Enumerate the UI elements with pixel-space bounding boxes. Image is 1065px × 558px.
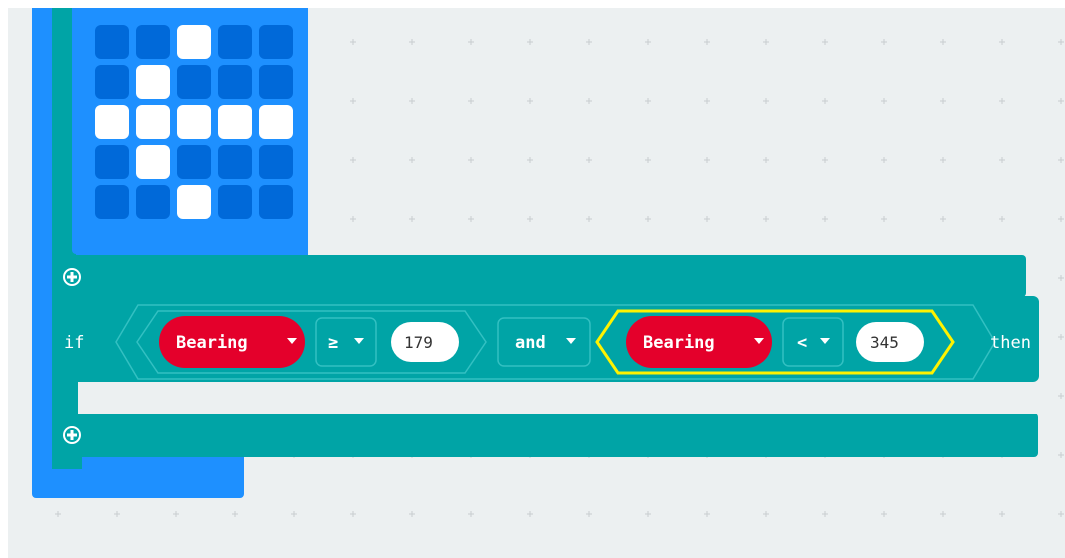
logic-operator-label: and — [515, 333, 546, 353]
left-operator-label: ≥ — [328, 333, 338, 353]
if-label: if — [64, 333, 84, 353]
led-off[interactable] — [218, 25, 252, 59]
led-off[interactable] — [95, 65, 129, 99]
left-value-input[interactable]: 179 — [391, 322, 459, 362]
loop-block-bottom[interactable] — [52, 413, 1038, 457]
if-block-spine — [54, 382, 78, 422]
right-value-text: 345 — [870, 333, 899, 352]
led-on[interactable] — [259, 105, 293, 139]
led-off[interactable] — [218, 185, 252, 219]
left-bearing-label: Bearing — [176, 333, 248, 353]
led-on[interactable] — [177, 25, 211, 59]
right-bearing-label: Bearing — [643, 333, 715, 353]
led-off[interactable] — [218, 145, 252, 179]
led-off[interactable] — [95, 145, 129, 179]
led-on[interactable] — [177, 105, 211, 139]
led-on[interactable] — [136, 145, 170, 179]
plus-circle-icon[interactable] — [63, 268, 81, 286]
left-value-text: 179 — [404, 333, 433, 352]
led-matrix — [95, 25, 293, 219]
if-block-slot — [78, 382, 1039, 414]
led-off[interactable] — [95, 185, 129, 219]
led-off[interactable] — [259, 65, 293, 99]
led-on[interactable] — [136, 65, 170, 99]
led-on[interactable] — [136, 105, 170, 139]
block-canvas: Bearing ≥ 179 and Bearing < 345 if then — [32, 8, 1039, 498]
led-off[interactable] — [218, 65, 252, 99]
led-on[interactable] — [95, 105, 129, 139]
right-operator-label: < — [797, 333, 807, 353]
led-off[interactable] — [259, 25, 293, 59]
led-off[interactable] — [177, 145, 211, 179]
led-off[interactable] — [136, 185, 170, 219]
right-operator-dropdown[interactable]: < — [782, 317, 844, 367]
led-off[interactable] — [136, 25, 170, 59]
led-off[interactable] — [259, 145, 293, 179]
led-on[interactable] — [218, 105, 252, 139]
loop-block-top[interactable] — [52, 255, 1026, 297]
led-on[interactable] — [177, 185, 211, 219]
left-bearing-variable[interactable]: Bearing — [159, 316, 305, 368]
right-bearing-variable[interactable]: Bearing — [626, 316, 772, 368]
led-off[interactable] — [177, 65, 211, 99]
led-off[interactable] — [95, 25, 129, 59]
then-label: then — [990, 333, 1031, 353]
logic-operator-dropdown[interactable]: and — [497, 317, 591, 367]
plus-circle-icon[interactable] — [63, 426, 81, 444]
led-off[interactable] — [259, 185, 293, 219]
left-operator-dropdown[interactable]: ≥ — [315, 317, 377, 367]
blocks-workspace[interactable]: Bearing ≥ 179 and Bearing < 345 if then — [8, 8, 1065, 558]
right-value-input[interactable]: 345 — [856, 322, 924, 362]
